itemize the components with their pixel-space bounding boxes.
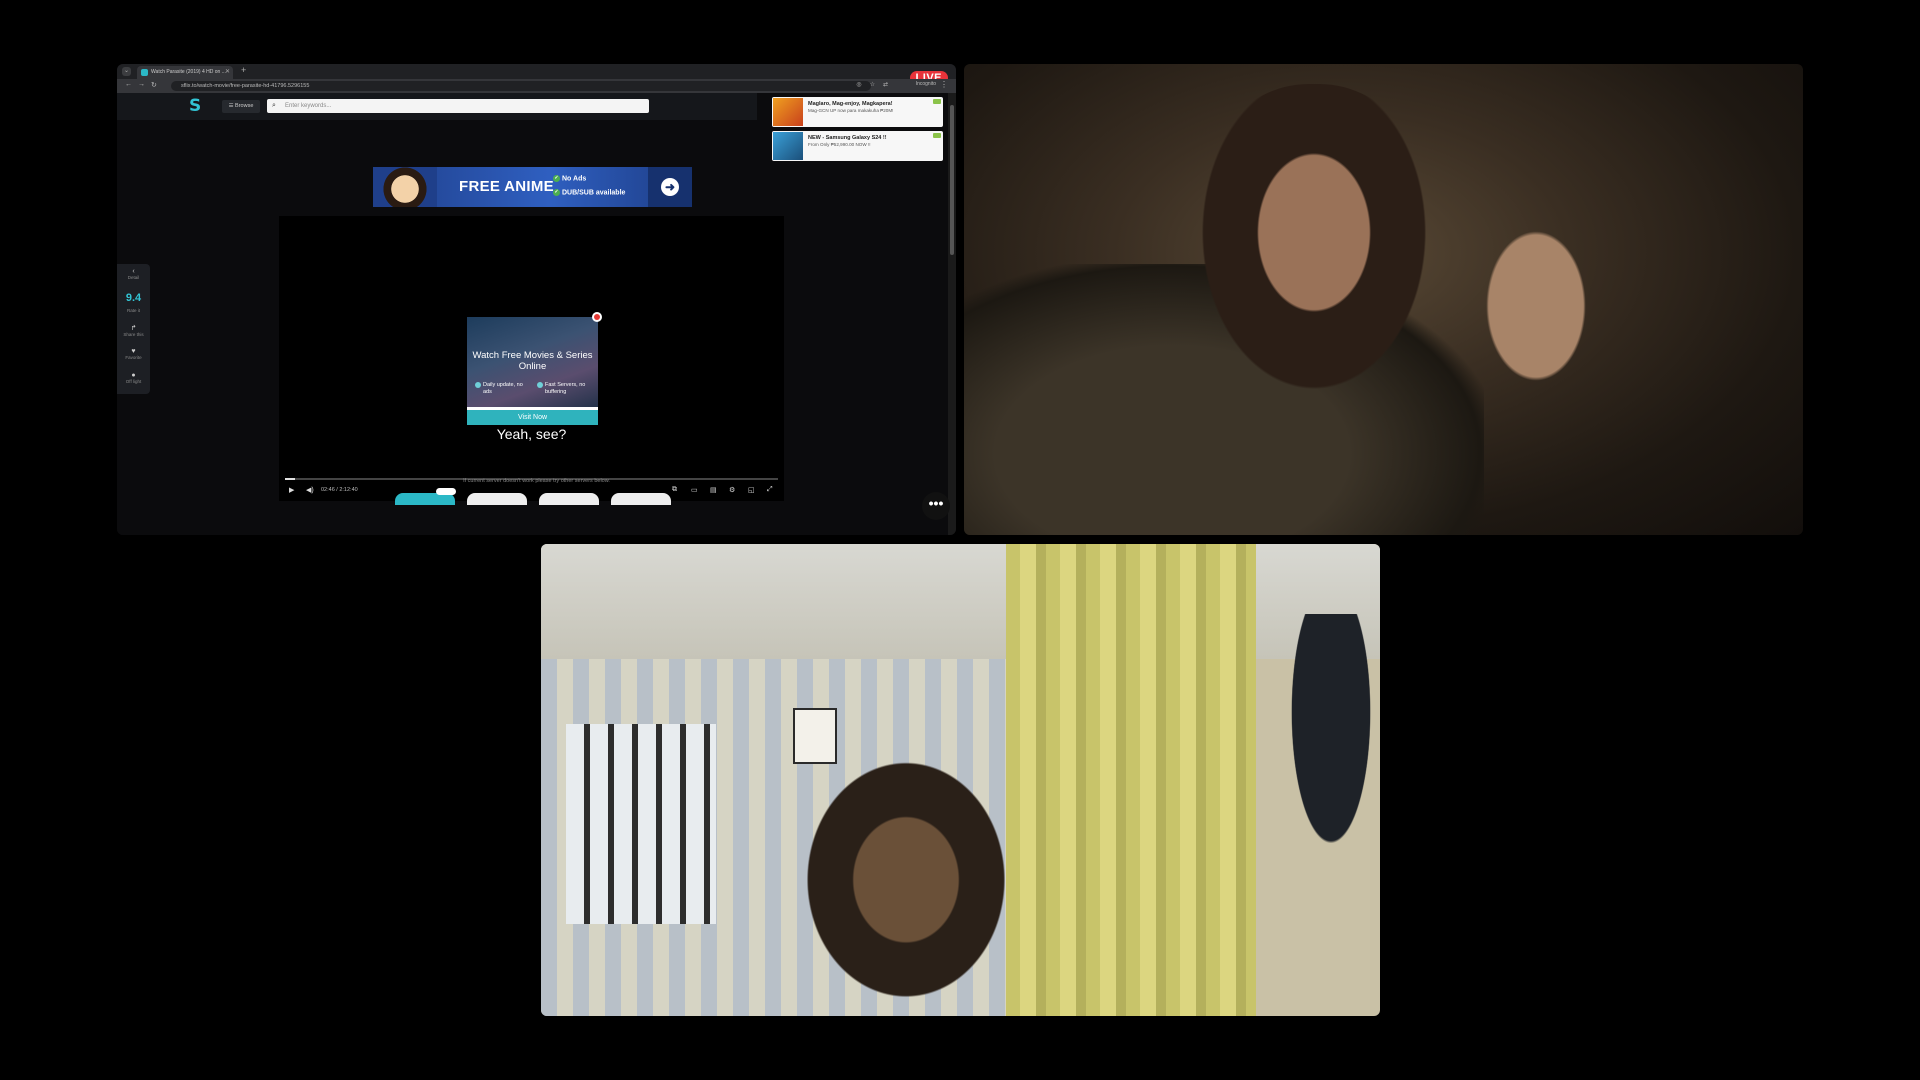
tab-title: Watch Parasite (2019) 4 HD on ... xyxy=(151,69,226,75)
search-input[interactable]: ⌕ Enter keywords... xyxy=(267,99,649,113)
server-button-4[interactable] xyxy=(611,493,671,505)
rail-back[interactable]: ‹ Detail xyxy=(117,268,150,280)
scrollbar-thumb[interactable] xyxy=(950,105,954,255)
hanging-cap xyxy=(1276,614,1380,894)
ad-subtitle: From Only ₱52,990.00 NOW !! xyxy=(808,142,871,147)
popup-feature-2: Fast Servers, no buffering xyxy=(537,382,595,395)
server-badge xyxy=(436,488,456,495)
page-scrollbar[interactable] xyxy=(948,93,956,535)
chevron-left-icon: ‹ xyxy=(132,268,135,275)
banner-go-button[interactable]: ➜ xyxy=(648,167,692,207)
peace-sign-hand xyxy=(1464,174,1624,394)
participant-video-2[interactable] xyxy=(541,544,1380,1016)
pip-icon[interactable]: ◱ xyxy=(748,486,755,494)
free-anime-banner[interactable]: FREE ANIME ✓ No Ads ✓ DUB/SUB available ➜ xyxy=(373,167,692,207)
site-logo[interactable]: S xyxy=(189,97,205,115)
participant-video-1[interactable] xyxy=(964,64,1803,535)
banner-title: FREE ANIME xyxy=(459,178,554,195)
ad-tag xyxy=(933,133,941,138)
site-header: S ☰ Browse ⌕ Enter keywords... xyxy=(117,93,757,120)
more-options-button[interactable]: ••• xyxy=(922,492,950,520)
check-icon: ✓ xyxy=(553,189,560,196)
tab-search-icon[interactable]: ⌄ xyxy=(122,67,131,76)
tab-close-icon[interactable]: ✕ xyxy=(225,66,230,79)
close-icon xyxy=(594,314,600,320)
popup-features: Daily update, no ads Fast Servers, no bu… xyxy=(467,382,598,402)
check-icon xyxy=(475,382,481,388)
rail-label: Detail xyxy=(127,275,140,280)
ad-title: Maglaro, Mag-enjoy, Magkapera! xyxy=(808,101,893,107)
popup-feature-text: Daily update, no ads xyxy=(483,382,523,395)
heart-icon: ♥ xyxy=(131,348,136,355)
search-placeholder: Enter keywords... xyxy=(285,103,332,109)
share-icon: ↱ xyxy=(130,325,137,332)
rail-label: Favorite xyxy=(125,355,142,360)
address-bar-row: ← → ↻ sflix.to/watch-movie/free-parasite… xyxy=(117,79,956,93)
captions-icon[interactable]: ▤ xyxy=(710,486,717,494)
ad-card-2[interactable]: NEW - Samsung Galaxy S24 !! From Only ₱5… xyxy=(772,131,943,161)
window-grille xyxy=(566,724,716,924)
ad-thumbnail xyxy=(773,98,803,126)
check-icon xyxy=(537,382,543,388)
bulb-icon: ● xyxy=(131,372,136,379)
server-button-3[interactable] xyxy=(539,493,599,505)
rail-light[interactable]: ● Off light xyxy=(117,372,150,384)
search-icon: ⌕ xyxy=(272,102,276,109)
rating-value: 9.4 xyxy=(125,292,142,304)
banner-feature-no-ads: ✓ No Ads xyxy=(553,175,586,182)
settings-gear-icon[interactable]: ⚙ xyxy=(729,486,735,494)
banner-character-image xyxy=(373,167,437,207)
ad-subtitle: Mag-GCN UP now para makakuha ₱20M! xyxy=(808,108,894,113)
popup-title: Watch Free Movies & Series Online xyxy=(472,350,593,372)
volume-icon[interactable]: ◀) xyxy=(306,486,314,494)
arrow-right-icon: ➜ xyxy=(661,178,679,196)
popup-feature-1: Daily update, no ads xyxy=(475,382,533,395)
screen-share-tile: ⌄ Watch Parasite (2019) 4 HD on ... ✕ + … xyxy=(117,64,956,535)
rail-rate-label[interactable]: Rate it xyxy=(117,308,150,313)
browser-menu-icon[interactable]: ⋮ xyxy=(940,80,948,89)
browser-tab[interactable]: Watch Parasite (2019) 4 HD on ... ✕ xyxy=(137,66,233,79)
cast-icon[interactable]: ⧉ xyxy=(672,486,677,494)
side-rail: ‹ Detail 9.4 Rate it ↱ Share this ♥ Favorit… xyxy=(117,264,150,394)
rail-share[interactable]: ↱ Share this xyxy=(117,324,150,337)
participant-figure xyxy=(791,754,1021,1016)
server-note: If current server doesn't work please tr… xyxy=(463,478,610,484)
banner-feature-text: No Ads xyxy=(562,175,587,183)
video-time: 02:46 / 2:12:40 xyxy=(321,487,358,493)
new-tab-icon[interactable]: + xyxy=(241,65,246,75)
ad-card-1[interactable]: Maglaro, Mag-enjoy, Magkapera! Mag-GCN U… xyxy=(772,97,943,127)
rail-label: Off light xyxy=(125,379,142,384)
incognito-label[interactable]: Incognito xyxy=(916,81,936,87)
browse-button[interactable]: ☰ Browse xyxy=(222,100,260,113)
popup-close-button[interactable] xyxy=(592,312,602,322)
url-field[interactable]: sflix.to/watch-movie/free-parasite-hd-41… xyxy=(171,81,871,91)
popup-feature-text: Fast Servers, no buffering xyxy=(545,382,586,395)
play-icon[interactable]: ▶ xyxy=(289,486,294,494)
banner-feature-text: DUB/SUB available xyxy=(562,189,626,197)
fullscreen-icon[interactable]: ⤢ xyxy=(767,486,773,494)
ad-popup[interactable]: Watch Free Movies & Series Online Daily … xyxy=(467,317,598,425)
yellow-curtain xyxy=(1006,544,1256,1016)
rail-favorite[interactable]: ♥ Favorite xyxy=(117,348,150,360)
site-content: S ☰ Browse ⌕ Enter keywords... Maglaro, … xyxy=(117,93,956,535)
ad-title: NEW - Samsung Galaxy S24 !! xyxy=(808,135,887,141)
server-button-2[interactable] xyxy=(467,493,527,505)
back-icon[interactable]: ← xyxy=(125,81,132,88)
bookmark-star-icon[interactable]: ◎☆⇄ xyxy=(856,81,896,88)
video-subtitle: Yeah, see? xyxy=(496,426,567,442)
banner-feature-dub-sub: ✓ DUB/SUB available xyxy=(553,189,625,196)
visit-now-button[interactable]: Visit Now xyxy=(467,410,598,425)
ad-thumbnail xyxy=(773,132,803,160)
browser-tabstrip: ⌄ Watch Parasite (2019) 4 HD on ... ✕ + … xyxy=(117,64,956,85)
check-icon: ✓ xyxy=(553,175,560,182)
player-controls: ▶ ◀) 02:46 / 2:12:40 ⧉ ▭ ▤ ⚙ ◱ ⤢ xyxy=(279,483,784,499)
video-player[interactable]: Watch Free Movies & Series Online Daily … xyxy=(279,216,784,501)
forward-icon[interactable]: → xyxy=(138,81,145,88)
reload-icon[interactable]: ↻ xyxy=(151,81,157,89)
ad-tag xyxy=(933,99,941,104)
site-favicon-icon xyxy=(141,69,148,76)
miniplayer-icon[interactable]: ▭ xyxy=(691,486,698,494)
rail-label: Share this xyxy=(123,332,144,337)
participant-figure xyxy=(1184,84,1444,414)
